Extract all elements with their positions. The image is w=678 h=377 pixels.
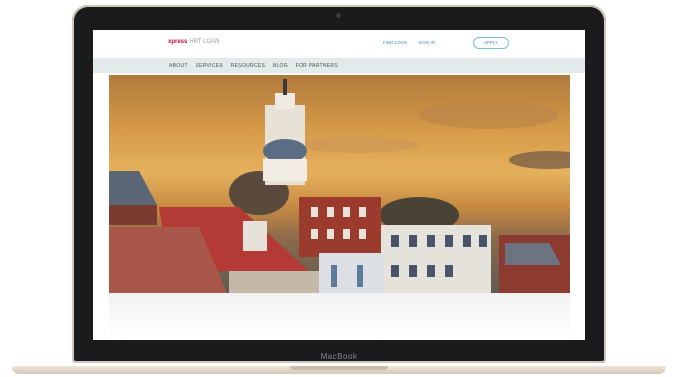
main-nav: ABOUT SERVICES RESOURCES BLOG FOR PARTNE…	[93, 58, 585, 73]
nav-item-resources[interactable]: RESOURCES	[231, 63, 265, 69]
nav-item-for-partners[interactable]: FOR PARTNERS	[296, 63, 338, 69]
laptop-base-notch	[290, 366, 388, 370]
logo-suffix: HRT LOAN	[189, 39, 220, 45]
site-header: xpress HRT LOAN FIND LOAN SIGN IN APPLY	[93, 30, 585, 56]
apply-button[interactable]: APPLY	[473, 37, 509, 49]
laptop-screen: xpress HRT LOAN FIND LOAN SIGN IN APPLY A…	[93, 30, 585, 340]
townscape-illustration	[109, 79, 570, 293]
hero-image	[109, 75, 570, 293]
page-content-area	[109, 293, 570, 340]
top-links: FIND LOAN SIGN IN	[383, 40, 445, 45]
site-logo[interactable]: xpress HRT LOAN	[168, 39, 219, 45]
nav-item-blog[interactable]: BLOG	[273, 63, 288, 69]
top-link-sign-in[interactable]: SIGN IN	[418, 40, 435, 45]
nav-item-about[interactable]: ABOUT	[169, 63, 188, 69]
camera-icon	[336, 13, 341, 18]
logo-text: xpress	[168, 39, 188, 45]
nav-item-services[interactable]: SERVICES	[195, 63, 223, 69]
top-link-find-loan[interactable]: FIND LOAN	[383, 40, 407, 45]
bezel-label: MacBook	[320, 352, 358, 361]
